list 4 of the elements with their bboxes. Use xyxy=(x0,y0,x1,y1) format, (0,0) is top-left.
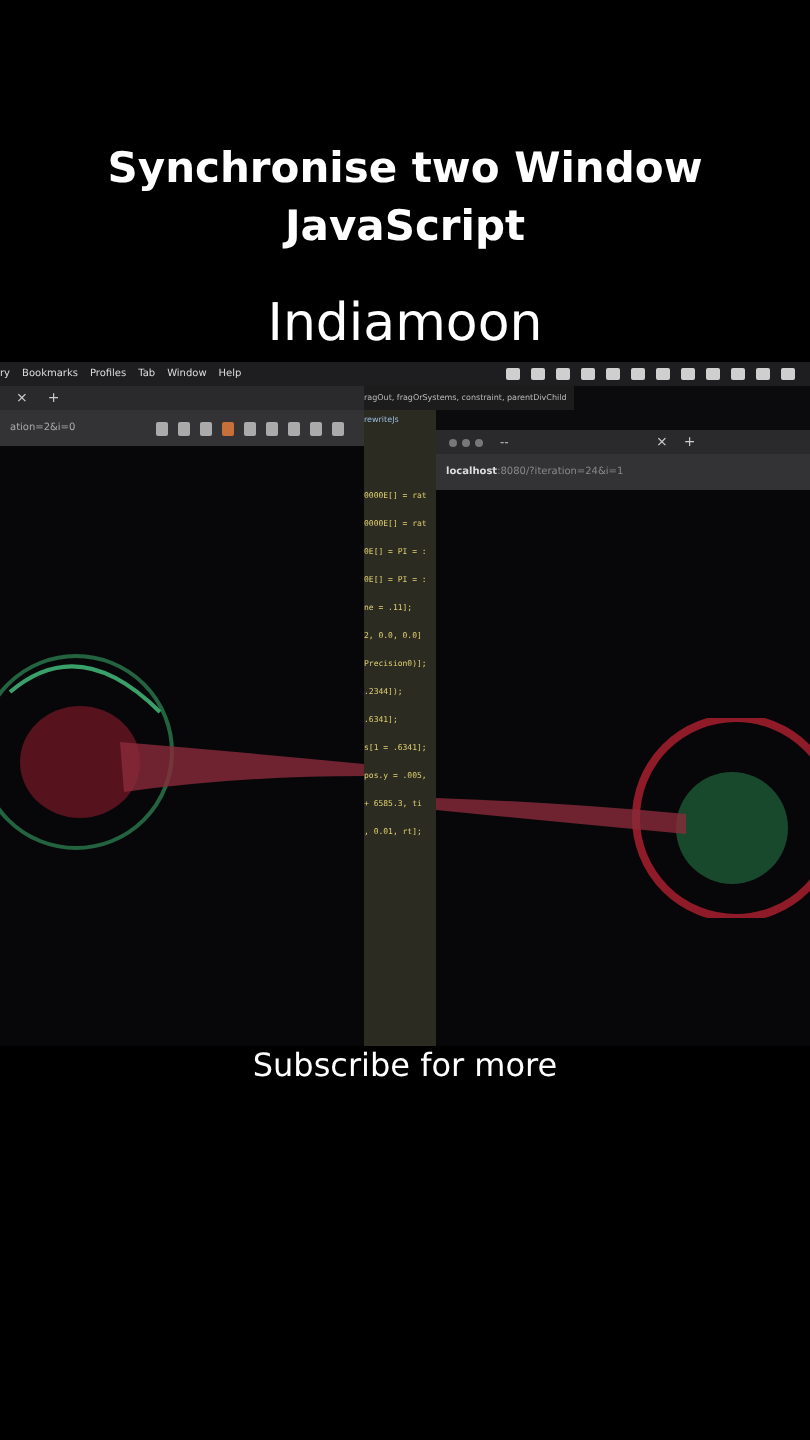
video-title: Synchronise two Window JavaScript xyxy=(105,142,705,254)
window-controls-icon xyxy=(448,437,484,447)
subscribe-caption: Subscribe for more xyxy=(252,1046,558,1084)
channel-name: Indiamoon xyxy=(267,292,543,356)
